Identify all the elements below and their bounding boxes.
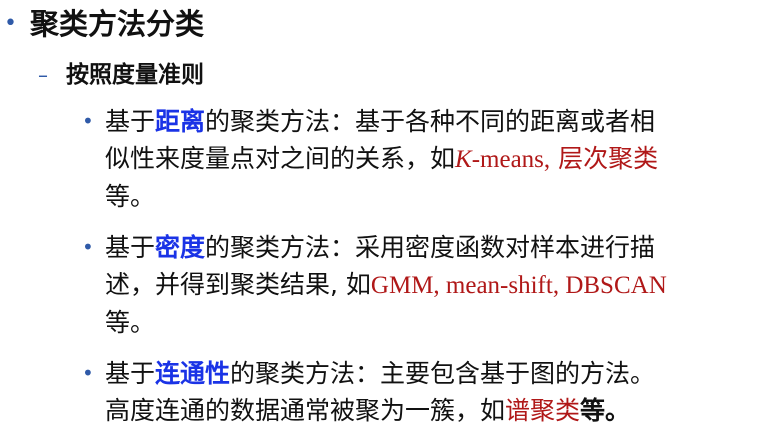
list-item-distance: 基于距离的聚类方法：基于各种不同的距离或者相 似性来度量点对之间的关系，如K-m… bbox=[105, 103, 760, 215]
item-text: 高度连通的数据通常被聚为一簇，如 bbox=[105, 396, 506, 425]
item-text: 述，并得到聚类结果, 如 bbox=[105, 270, 371, 299]
item-example: -means, bbox=[471, 146, 551, 173]
item-example: GMM, mean-shift, DBSCAN bbox=[370, 272, 667, 299]
item-prefix: 基于 bbox=[105, 359, 156, 388]
item-tail: 等。 bbox=[105, 182, 156, 211]
bullet-icon: • bbox=[82, 235, 94, 259]
item-text: 的聚类方法：采用密度函数对样本进行描 bbox=[205, 233, 656, 262]
item-tail: 等。 bbox=[580, 396, 631, 425]
item-prefix: 基于 bbox=[105, 107, 156, 136]
bullet-icon: • bbox=[82, 361, 94, 385]
item-example: K bbox=[455, 146, 472, 173]
item-tail: 等。 bbox=[105, 308, 156, 337]
item-prefix: 基于 bbox=[105, 233, 156, 262]
item-text: 的聚类方法：主要包含基于图的方法。 bbox=[230, 359, 656, 388]
list-item-connectivity: 基于连通性的聚类方法：主要包含基于图的方法。 高度连通的数据通常被聚为一簇，如谱… bbox=[105, 355, 760, 429]
item-keyword: 密度 bbox=[155, 233, 206, 262]
item-example: 谱聚类 bbox=[505, 396, 581, 425]
item-text: 的聚类方法：基于各种不同的距离或者相 bbox=[205, 107, 656, 136]
item-text: 似性来度量点对之间的关系，如 bbox=[105, 144, 456, 173]
section-subtitle: 按照度量准则 bbox=[66, 62, 204, 88]
bullet-icon: • bbox=[82, 109, 94, 133]
dash-bullet-icon: – bbox=[38, 63, 48, 87]
bullet-icon: • bbox=[4, 11, 17, 36]
section-title: 聚类方法分类 bbox=[30, 7, 205, 41]
list-item-density: 基于密度的聚类方法：采用密度函数对样本进行描 述，并得到聚类结果, 如GMM, … bbox=[105, 229, 760, 341]
item-example: 层次聚类 bbox=[558, 144, 659, 173]
item-keyword: 距离 bbox=[155, 107, 206, 136]
item-keyword: 连通性 bbox=[155, 359, 231, 388]
